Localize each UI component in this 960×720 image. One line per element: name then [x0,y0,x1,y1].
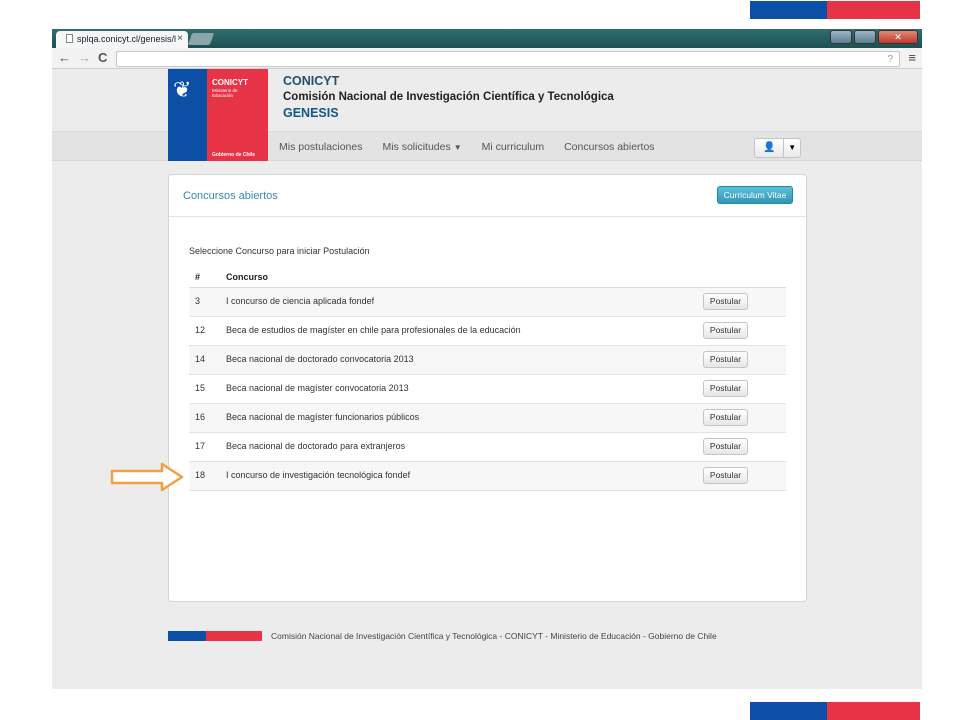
row-id: 18 [195,470,206,480]
document-icon [66,34,73,43]
panel-title: Concursos abiertos [183,190,278,202]
table-row: 17 Beca nacional de doctorado para extran… [189,433,786,462]
postular-button[interactable]: Postular [703,438,748,455]
logo-name: CONICYT [212,78,248,87]
caret-down-icon[interactable]: ▼ [784,139,800,157]
org-full: Comisión Nacional de Investigación Cient… [283,91,614,103]
postular-button[interactable]: Postular [703,467,748,484]
nav-mis-postulaciones[interactable]: Mis postulaciones [279,141,362,153]
postular-button[interactable]: Postular [703,293,748,310]
nav-concursos-abiertos[interactable]: Concursos abiertos [564,141,654,153]
caret-down-icon: ▼ [453,143,462,152]
footer-text: Comisión Nacional de Investigación Cient… [271,631,717,641]
user-menu-button[interactable]: 👤 ▼ [754,138,801,158]
slide-flag-bottom-red [827,702,920,720]
row-name: Beca nacional de magíster convocatoria 2… [226,383,409,393]
conicyt-logo[interactable]: ❦ CONICYT Ministerio de Educación Gobier… [168,69,268,161]
nav-mi-curriculum[interactable]: Mi curriculum [482,141,544,153]
url-bar[interactable]: ? [116,51,900,67]
main-nav: Mis postulaciones Mis solicitudes ▼ Mi cu… [279,141,655,153]
table-row: 15 Beca nacional de magíster convocatoria… [189,375,786,404]
menu-icon[interactable]: ≡ [908,50,916,65]
logo-ministry: Ministerio de Educación [212,88,238,98]
row-name: Beca nacional de doctorado para extranje… [226,441,406,451]
slide-flag-top-red [827,1,920,19]
slide-flag-bottom-blue [750,702,827,720]
tab-title: splqa.conicyt.cl/genesis/l [77,34,177,44]
table-row: 3 I concurso de ciencia aplicada fondef Po… [189,288,786,317]
table-row: 14 Beca nacional de doctorado convocatori… [189,346,786,375]
nav-mis-solicitudes-label: Mis solicitudes [382,141,451,153]
window-controls: ✕ [830,30,918,44]
concursos-table-body: 3 I concurso de ciencia aplicada fondef Po… [189,288,786,491]
row-name: Beca de estudios de magíster en chile pa… [226,325,521,335]
forward-arrow-icon[interactable]: → [78,50,91,65]
postular-button[interactable]: Postular [703,322,748,339]
org-short: CONICYT [283,74,340,88]
table-row: 12 Beca de estudios de magíster en chile … [189,317,786,346]
instruction-text: Seleccione Concurso para iniciar Postula… [189,246,370,256]
table-row: 16 Beca nacional de magíster funcionarios… [189,404,786,433]
row-name: I concurso de investigación tecnológica … [226,470,411,480]
row-name: Beca nacional de magíster funcionarios p… [226,412,420,422]
postular-button[interactable]: Postular [703,409,748,426]
org-heading: CONICYT Comisión Nacional de Investigaci… [283,74,614,120]
browser-window: splqa.conicyt.cl/genesis/l × ✕ ← → C ? ≡… [52,29,922,689]
table-header: # Concurso [189,264,786,288]
logo-blue-block: ❦ [168,69,207,161]
postular-button[interactable]: Postular [703,380,748,397]
logo-gov: Gobierno de Chile [212,152,256,158]
nav-mis-solicitudes[interactable]: Mis solicitudes ▼ [382,141,461,153]
column-header-concurso: Concurso [226,272,269,282]
postular-button[interactable]: Postular [703,351,748,368]
row-name: Beca nacional de doctorado convocatoria … [226,354,414,364]
close-icon[interactable]: × [177,33,183,44]
row-id: 3 [195,296,201,306]
panel-header: Concursos abiertos Curriculum Vitae [169,175,806,217]
logo-red-block: CONICYT Ministerio de Educación Gobierno… [207,69,268,161]
column-header-number: # [195,272,201,282]
user-icon: 👤 [755,139,785,157]
row-id: 16 [195,412,206,422]
footer-flag-red [206,631,262,641]
browser-tab[interactable]: splqa.conicyt.cl/genesis/l × [56,31,188,48]
new-tab-button[interactable] [187,33,215,45]
row-id: 15 [195,383,206,393]
slide-flag-top-blue [750,1,827,19]
browser-toolbar: ← → C ? ≡ [52,48,922,69]
browser-titlebar: splqa.conicyt.cl/genesis/l × ✕ [52,29,922,48]
row-id: 14 [195,354,206,364]
window-close-button[interactable]: ✕ [878,30,918,44]
maximize-button[interactable] [854,30,876,44]
table-row: 18 I concurso de investigación tecnológic… [189,462,786,491]
reload-icon[interactable]: C [98,50,107,65]
curriculum-vitae-button[interactable]: Curriculum Vitae [717,186,793,204]
app-name: GENESIS [283,106,339,120]
url-hint-icon: ? [887,54,893,65]
minimize-button[interactable] [830,30,852,44]
crest-icon: ❦ [173,77,192,102]
pointer-arrow-icon [110,462,184,492]
page-content: ❦ CONICYT Ministerio de Educación Gobier… [52,69,922,689]
footer-flag-blue [168,631,206,641]
row-id: 17 [195,441,206,451]
row-name: I concurso de ciencia aplicada fondef [226,296,375,306]
concursos-panel: Concursos abiertos Curriculum Vitae Sele… [168,174,807,602]
row-id: 12 [195,325,206,335]
back-arrow-icon[interactable]: ← [58,50,71,65]
